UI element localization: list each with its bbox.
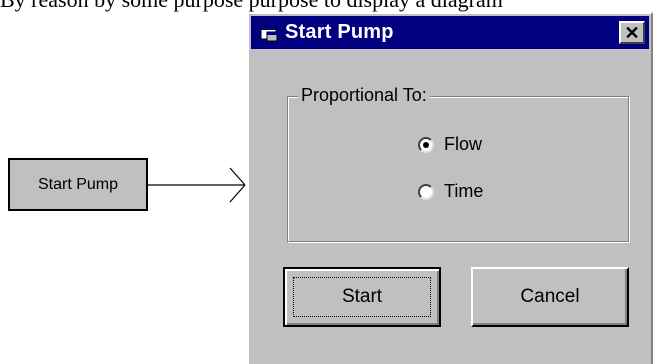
cancel-button[interactable]: Cancel [471,267,629,327]
radio-selected-dot [423,141,429,148]
radio-time[interactable]: Time [418,181,483,202]
dialog-titlebar[interactable]: Start Pump ✕ [251,16,649,49]
flowchart-box-label: Start Pump [37,175,119,193]
caption-text: By reason by some purpose purpose to dis… [0,0,655,12]
start-pump-dialog: Start Pump ✕ Proportional To: Flow Time … [247,12,653,364]
groupbox-legend: Proportional To: [298,85,430,106]
stage: By reason by some purpose purpose to dis… [0,0,655,364]
radio-time-label[interactable]: Time [444,181,483,202]
flowchart-start-pump-box: Start Pump [8,158,148,211]
start-button[interactable]: Start [283,267,441,327]
window-app-icon [260,25,278,41]
radio-button-icon[interactable] [418,136,434,153]
focus-rectangle [293,277,431,317]
proportional-to-groupbox: Proportional To: Flow Time [287,85,629,242]
radio-flow-label[interactable]: Flow [444,134,482,155]
radio-button-icon[interactable] [418,183,434,200]
dialog-title: Start Pump [285,21,394,43]
close-icon: ✕ [624,22,640,43]
flowchart-arrow [148,167,246,203]
cancel-button-label: Cancel [520,286,580,307]
close-button[interactable]: ✕ [619,21,645,44]
radio-flow[interactable]: Flow [418,134,482,155]
